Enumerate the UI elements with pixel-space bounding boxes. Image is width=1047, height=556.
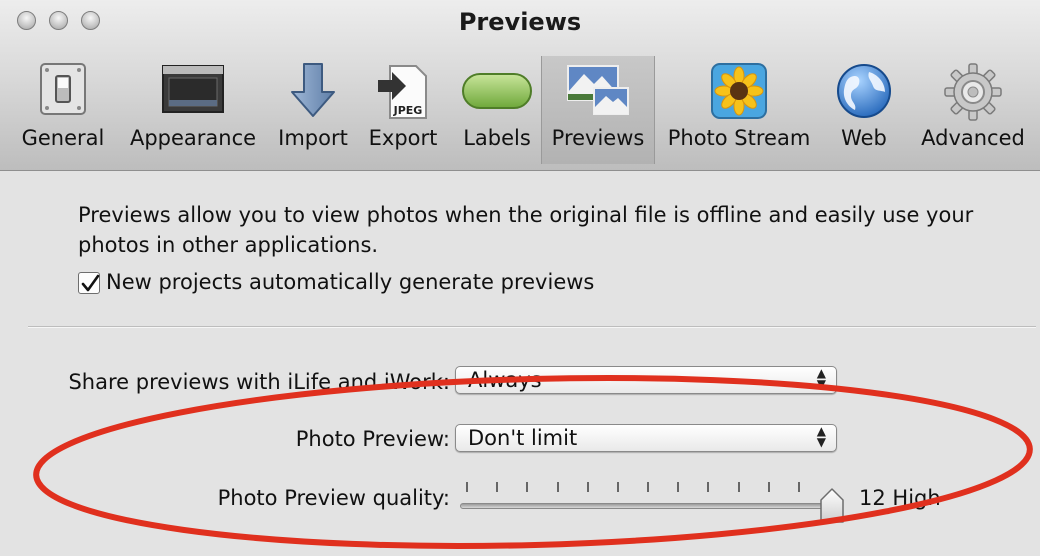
toolbar-export-label: Export xyxy=(368,126,438,150)
gear-icon xyxy=(912,62,1034,122)
checkmark-icon xyxy=(81,274,100,292)
auto-generate-label: New projects automatically generate prev… xyxy=(106,270,595,294)
globe-icon xyxy=(826,62,902,122)
share-previews-value: Always xyxy=(468,368,542,392)
down-arrow-icon xyxy=(272,62,354,122)
toolbar-web[interactable]: Web xyxy=(826,56,902,164)
toolbar-advanced-label: Advanced xyxy=(921,126,1025,150)
toolbar-labels[interactable]: Labels xyxy=(456,56,538,164)
share-previews-popup[interactable]: Always ▲ ▼ xyxy=(455,366,837,394)
quality-slider-knob[interactable] xyxy=(818,486,846,526)
toolbar-labels-label: Labels xyxy=(463,126,531,150)
previews-description: Previews allow you to view photos when t… xyxy=(78,203,974,257)
title-bar: Previews General Appearance Import JPEG … xyxy=(0,0,1040,171)
slider-tick xyxy=(738,482,740,492)
toolbar-appearance[interactable]: Appearance xyxy=(117,56,269,164)
section-divider xyxy=(28,326,1036,328)
toolbar-general[interactable]: General xyxy=(14,56,112,164)
window-title: Previews xyxy=(458,8,582,36)
toggle-switch-icon xyxy=(14,62,112,122)
window-appearance-icon xyxy=(117,62,269,122)
toolbar-web-label: Web xyxy=(841,126,887,150)
quality-slider-track[interactable] xyxy=(460,503,832,509)
toolbar-import[interactable]: Import xyxy=(272,56,354,164)
preferences-window: Previews General Appearance Import JPEG … xyxy=(0,0,1040,556)
slider-tick xyxy=(768,482,770,492)
svg-text:JPEG: JPEG xyxy=(393,104,423,117)
slider-tick xyxy=(617,482,619,492)
slider-tick xyxy=(798,482,800,492)
toolbar-general-label: General xyxy=(21,126,105,150)
mountain-photos-icon xyxy=(542,62,654,122)
slider-tick xyxy=(677,482,679,492)
auto-generate-checkbox[interactable] xyxy=(78,272,100,294)
toolbar-photo-stream[interactable]: Photo Stream xyxy=(660,56,818,164)
toolbar-previews[interactable]: Previews xyxy=(541,56,655,164)
slider-tick xyxy=(466,482,468,492)
photo-preview-label: Photo Preview: xyxy=(295,427,450,451)
share-previews-label: Share previews with iLife and iWork: xyxy=(68,370,450,394)
toolbar-import-label: Import xyxy=(278,126,348,150)
photo-preview-popup[interactable]: Don't limit ▲ ▼ xyxy=(455,424,837,452)
photo-preview-quality-label: Photo Preview quality: xyxy=(217,486,450,510)
slider-tick xyxy=(496,482,498,492)
popup-arrows-icon: ▲ ▼ xyxy=(816,424,826,449)
slider-tick xyxy=(707,482,709,492)
toolbar-appearance-label: Appearance xyxy=(129,126,257,150)
toolbar-photo-stream-label: Photo Stream xyxy=(667,126,811,150)
toolbar-advanced[interactable]: Advanced xyxy=(912,56,1034,164)
quality-slider-ticks xyxy=(466,482,828,496)
sunflower-icon xyxy=(660,62,818,122)
green-label-icon xyxy=(456,62,538,122)
slider-tick xyxy=(557,482,559,492)
jpeg-export-icon: JPEG xyxy=(362,62,444,122)
toolbar-export[interactable]: JPEG Export xyxy=(362,56,444,164)
slider-tick xyxy=(587,482,589,492)
toolbar-previews-label: Previews xyxy=(551,126,645,150)
slider-tick xyxy=(647,482,649,492)
slider-tick xyxy=(526,482,528,492)
popup-arrows-icon: ▲ ▼ xyxy=(816,366,826,391)
photo-preview-value: Don't limit xyxy=(468,426,578,450)
quality-value: 12 High xyxy=(859,486,941,510)
